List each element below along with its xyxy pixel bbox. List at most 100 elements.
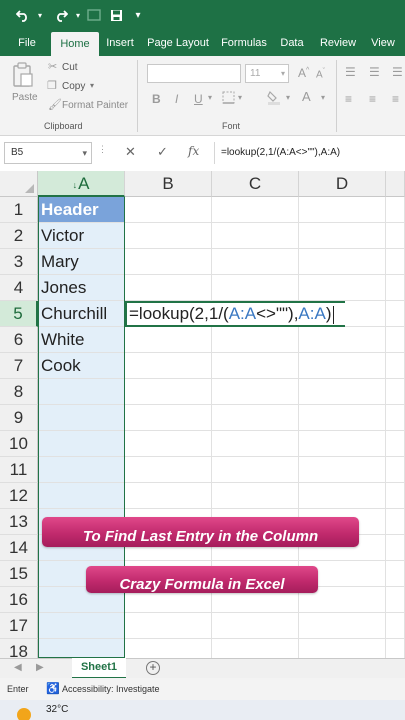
cell[interactable] — [386, 301, 405, 327]
cell[interactable] — [212, 431, 299, 457]
row-header[interactable]: 4 — [0, 275, 38, 301]
cut-label[interactable]: Cut — [62, 62, 78, 73]
paste-icon[interactable] — [12, 62, 34, 91]
cell[interactable] — [386, 275, 405, 301]
customize-toolbar-icon[interactable]: ▾ — [132, 4, 144, 26]
cell[interactable] — [212, 249, 299, 275]
row-header[interactable]: 18 — [0, 639, 38, 658]
cell[interactable] — [386, 613, 405, 639]
header-cell[interactable]: Header — [38, 197, 125, 223]
row-header[interactable]: 2 — [0, 223, 38, 249]
cell[interactable] — [386, 509, 405, 535]
column-header-d[interactable]: D — [299, 171, 386, 197]
format-painter-label[interactable]: Format Painter — [62, 100, 128, 111]
cell[interactable] — [38, 431, 125, 457]
redo-icon[interactable] — [50, 4, 72, 26]
tab-view[interactable]: View — [368, 30, 398, 56]
fill-color-dropdown-icon[interactable]: ▾ — [286, 93, 290, 102]
accessibility-status[interactable]: Accessibility: Investigate — [62, 684, 160, 694]
cell[interactable] — [212, 639, 299, 658]
cell[interactable] — [386, 457, 405, 483]
cell[interactable] — [38, 379, 125, 405]
cell[interactable] — [299, 431, 386, 457]
accessibility-icon[interactable]: ♿ — [46, 682, 60, 695]
cell[interactable] — [125, 431, 212, 457]
cell[interactable] — [38, 457, 125, 483]
cancel-icon[interactable]: ✕ — [125, 144, 136, 160]
cell[interactable] — [125, 275, 212, 301]
cell[interactable]: Victor — [38, 223, 125, 249]
cell[interactable] — [38, 613, 125, 639]
cell[interactable] — [299, 275, 386, 301]
cell[interactable] — [125, 327, 212, 353]
borders-icon[interactable] — [222, 91, 235, 107]
formula-input[interactable]: =lookup(2,1/(A:A<>""),A:A) — [214, 142, 404, 164]
redo-dropdown-icon[interactable]: ▾ — [72, 4, 84, 26]
font-name-box[interactable] — [147, 64, 241, 83]
underline-icon[interactable]: U — [194, 92, 203, 106]
cell[interactable] — [212, 275, 299, 301]
cell[interactable]: Churchill — [38, 301, 125, 327]
bold-icon[interactable]: B — [152, 92, 161, 106]
cell[interactable]: Jones — [38, 275, 125, 301]
font-color-dropdown-icon[interactable]: ▾ — [321, 93, 325, 102]
sheet-nav-prev-icon[interactable]: ◀ — [14, 662, 22, 673]
align-bottom-icon[interactable]: ☰ — [392, 65, 403, 79]
tab-home[interactable]: Home — [51, 32, 99, 56]
cell[interactable] — [212, 457, 299, 483]
row-header[interactable]: 17 — [0, 613, 38, 639]
cell[interactable] — [386, 639, 405, 658]
font-size-box[interactable]: 11 ▾ — [245, 64, 289, 83]
insert-function-icon[interactable]: fx — [188, 144, 199, 158]
cell[interactable] — [386, 587, 405, 613]
active-cell-editor[interactable]: =lookup(2,1/(A:A<>""),A:A) — [125, 301, 345, 327]
cell[interactable] — [386, 379, 405, 405]
column-header-b[interactable]: B — [125, 171, 212, 197]
undo-icon[interactable] — [12, 4, 34, 26]
row-header[interactable]: 3 — [0, 249, 38, 275]
italic-icon[interactable]: I — [175, 92, 178, 106]
row-header[interactable]: 7 — [0, 353, 38, 379]
format-painter-icon[interactable]: 🖌 — [48, 98, 62, 111]
cell[interactable] — [125, 613, 212, 639]
cell[interactable] — [299, 457, 386, 483]
row-header[interactable]: 16 — [0, 587, 38, 613]
save-icon[interactable] — [106, 4, 126, 26]
cell[interactable] — [212, 327, 299, 353]
align-top-icon[interactable]: ☰ — [345, 65, 356, 79]
cell[interactable] — [212, 613, 299, 639]
cell[interactable] — [299, 639, 386, 658]
align-center-icon[interactable]: ≡ — [369, 92, 376, 106]
cell[interactable] — [212, 379, 299, 405]
increase-font-icon[interactable]: A^ — [298, 66, 309, 80]
cell[interactable] — [38, 639, 125, 658]
cell[interactable] — [212, 483, 299, 509]
column-header-a[interactable]: ↓A — [38, 171, 125, 197]
decrease-font-icon[interactable]: Aˇ — [316, 68, 325, 80]
align-left-icon[interactable]: ≡ — [345, 92, 352, 106]
underline-dropdown-icon[interactable]: ▾ — [208, 93, 212, 102]
cell[interactable] — [386, 405, 405, 431]
tab-data[interactable]: Data — [277, 30, 307, 56]
tab-page-layout[interactable]: Page Layout — [145, 30, 211, 56]
align-middle-icon[interactable]: ☰ — [369, 65, 380, 79]
row-header[interactable]: 11 — [0, 457, 38, 483]
font-color-icon[interactable]: A — [302, 89, 311, 104]
autosave-icon[interactable] — [84, 4, 104, 26]
paste-label[interactable]: Paste — [12, 92, 38, 103]
cell[interactable] — [386, 353, 405, 379]
undo-dropdown-icon[interactable]: ▾ — [34, 4, 46, 26]
cell[interactable] — [38, 405, 125, 431]
column-header-e[interactable] — [386, 171, 405, 197]
cell[interactable] — [125, 379, 212, 405]
enter-icon[interactable]: ✓ — [157, 144, 168, 160]
cell[interactable] — [299, 249, 386, 275]
row-header[interactable]: 15 — [0, 561, 38, 587]
tab-review[interactable]: Review — [316, 30, 360, 56]
cell[interactable] — [125, 197, 212, 223]
row-header[interactable]: 8 — [0, 379, 38, 405]
name-box-dropdown-icon[interactable]: ▾ — [82, 143, 87, 163]
cell[interactable] — [386, 249, 405, 275]
cell[interactable] — [299, 613, 386, 639]
cell[interactable] — [212, 223, 299, 249]
